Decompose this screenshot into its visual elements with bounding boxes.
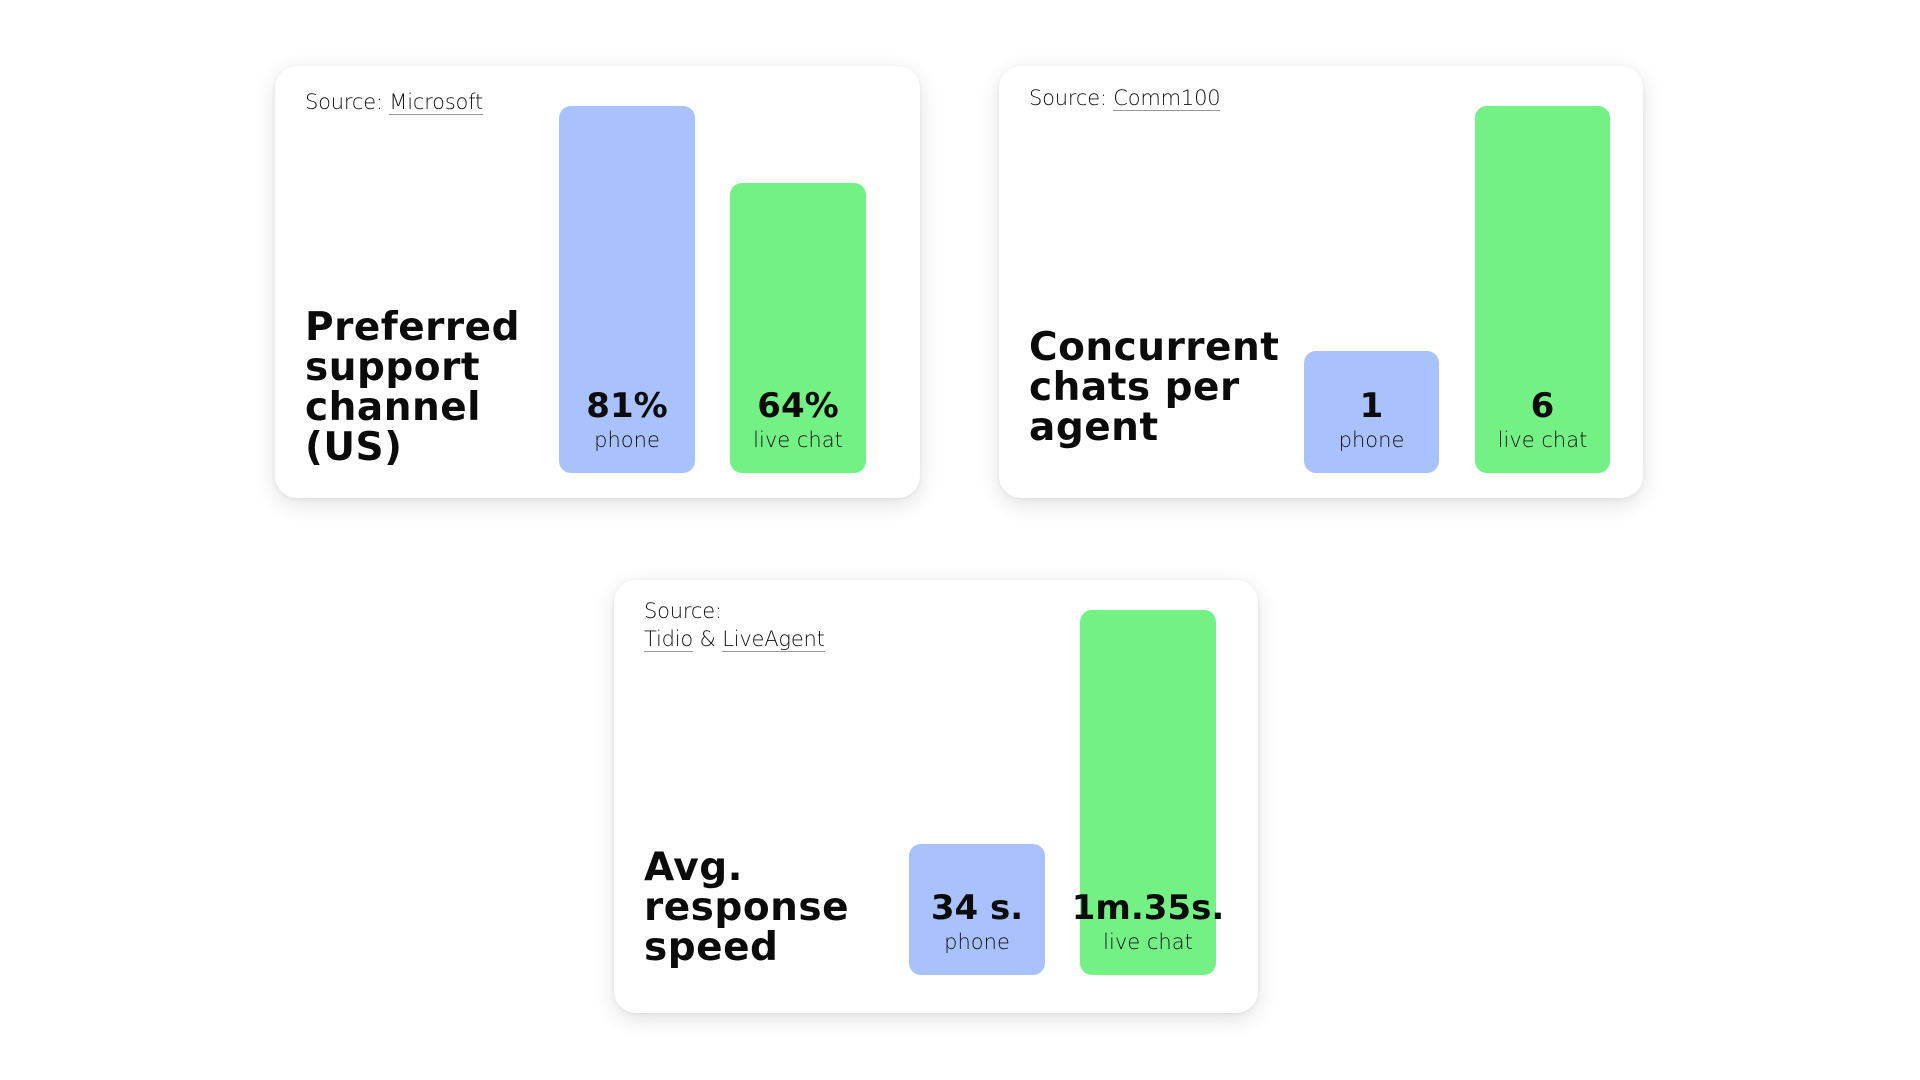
- source-line: Source: Tidio & LiveAgent: [644, 597, 825, 653]
- bar-phone: 81% phone: [559, 106, 695, 473]
- bar-value-label: 1: [1359, 386, 1384, 426]
- bar-category-label: live chat: [1103, 930, 1193, 954]
- source-link-comm100[interactable]: Comm100: [1113, 86, 1221, 111]
- bar-phone: 1 phone: [1304, 351, 1439, 473]
- source-link-microsoft[interactable]: Microsoft: [389, 90, 483, 115]
- chart-card-preferred-channel: Source: Microsoft Preferred support chan…: [275, 66, 920, 498]
- bar-plot: 34 s. phone 1m.35s. live chat: [909, 610, 1224, 975]
- source-line: Source: Microsoft: [305, 88, 483, 116]
- chart-card-concurrent-chats: Source: Comm100 Concurrent chats per age…: [999, 66, 1643, 498]
- bar-category-label: phone: [1338, 428, 1405, 452]
- bar-value-label: 34 s.: [930, 888, 1024, 928]
- chart-title: Preferred support channel (US): [305, 305, 521, 470]
- source-link-liveagent[interactable]: LiveAgent: [722, 627, 825, 652]
- bar-plot: 1 phone 6 live chat: [1304, 106, 1614, 473]
- bar-value-label: 64%: [757, 386, 839, 426]
- bar-value-label: 81%: [586, 386, 668, 426]
- bar-value-label: 1m.35s.: [1071, 888, 1225, 928]
- bar-category-label: phone: [944, 930, 1010, 954]
- source-link-tidio[interactable]: Tidio: [644, 627, 693, 652]
- bar-live-chat: 1m.35s. live chat: [1072, 610, 1224, 975]
- bar-value-label: 6: [1530, 386, 1555, 426]
- bar-category-label: phone: [594, 428, 660, 452]
- source-separator: &: [699, 627, 716, 651]
- source-prefix: Source:: [644, 599, 722, 623]
- chart-title: Avg. response speed: [644, 845, 850, 970]
- bar-category-label: live chat: [753, 428, 843, 452]
- chart-card-response-speed: Source: Tidio & LiveAgent Avg. response …: [614, 580, 1258, 1013]
- bar-plot: 81% phone 64% live chat: [559, 106, 889, 473]
- bar-phone: 34 s. phone: [909, 844, 1045, 975]
- bar-live-chat: 64% live chat: [730, 183, 866, 473]
- bar-category-label: live chat: [1497, 428, 1588, 452]
- source-prefix: Source:: [305, 90, 383, 114]
- source-line: Source: Comm100: [1029, 84, 1221, 112]
- chart-title: Concurrent chats per agent: [1029, 325, 1280, 450]
- source-prefix: Source:: [1029, 86, 1107, 110]
- bar-live-chat: 6 live chat: [1475, 106, 1610, 473]
